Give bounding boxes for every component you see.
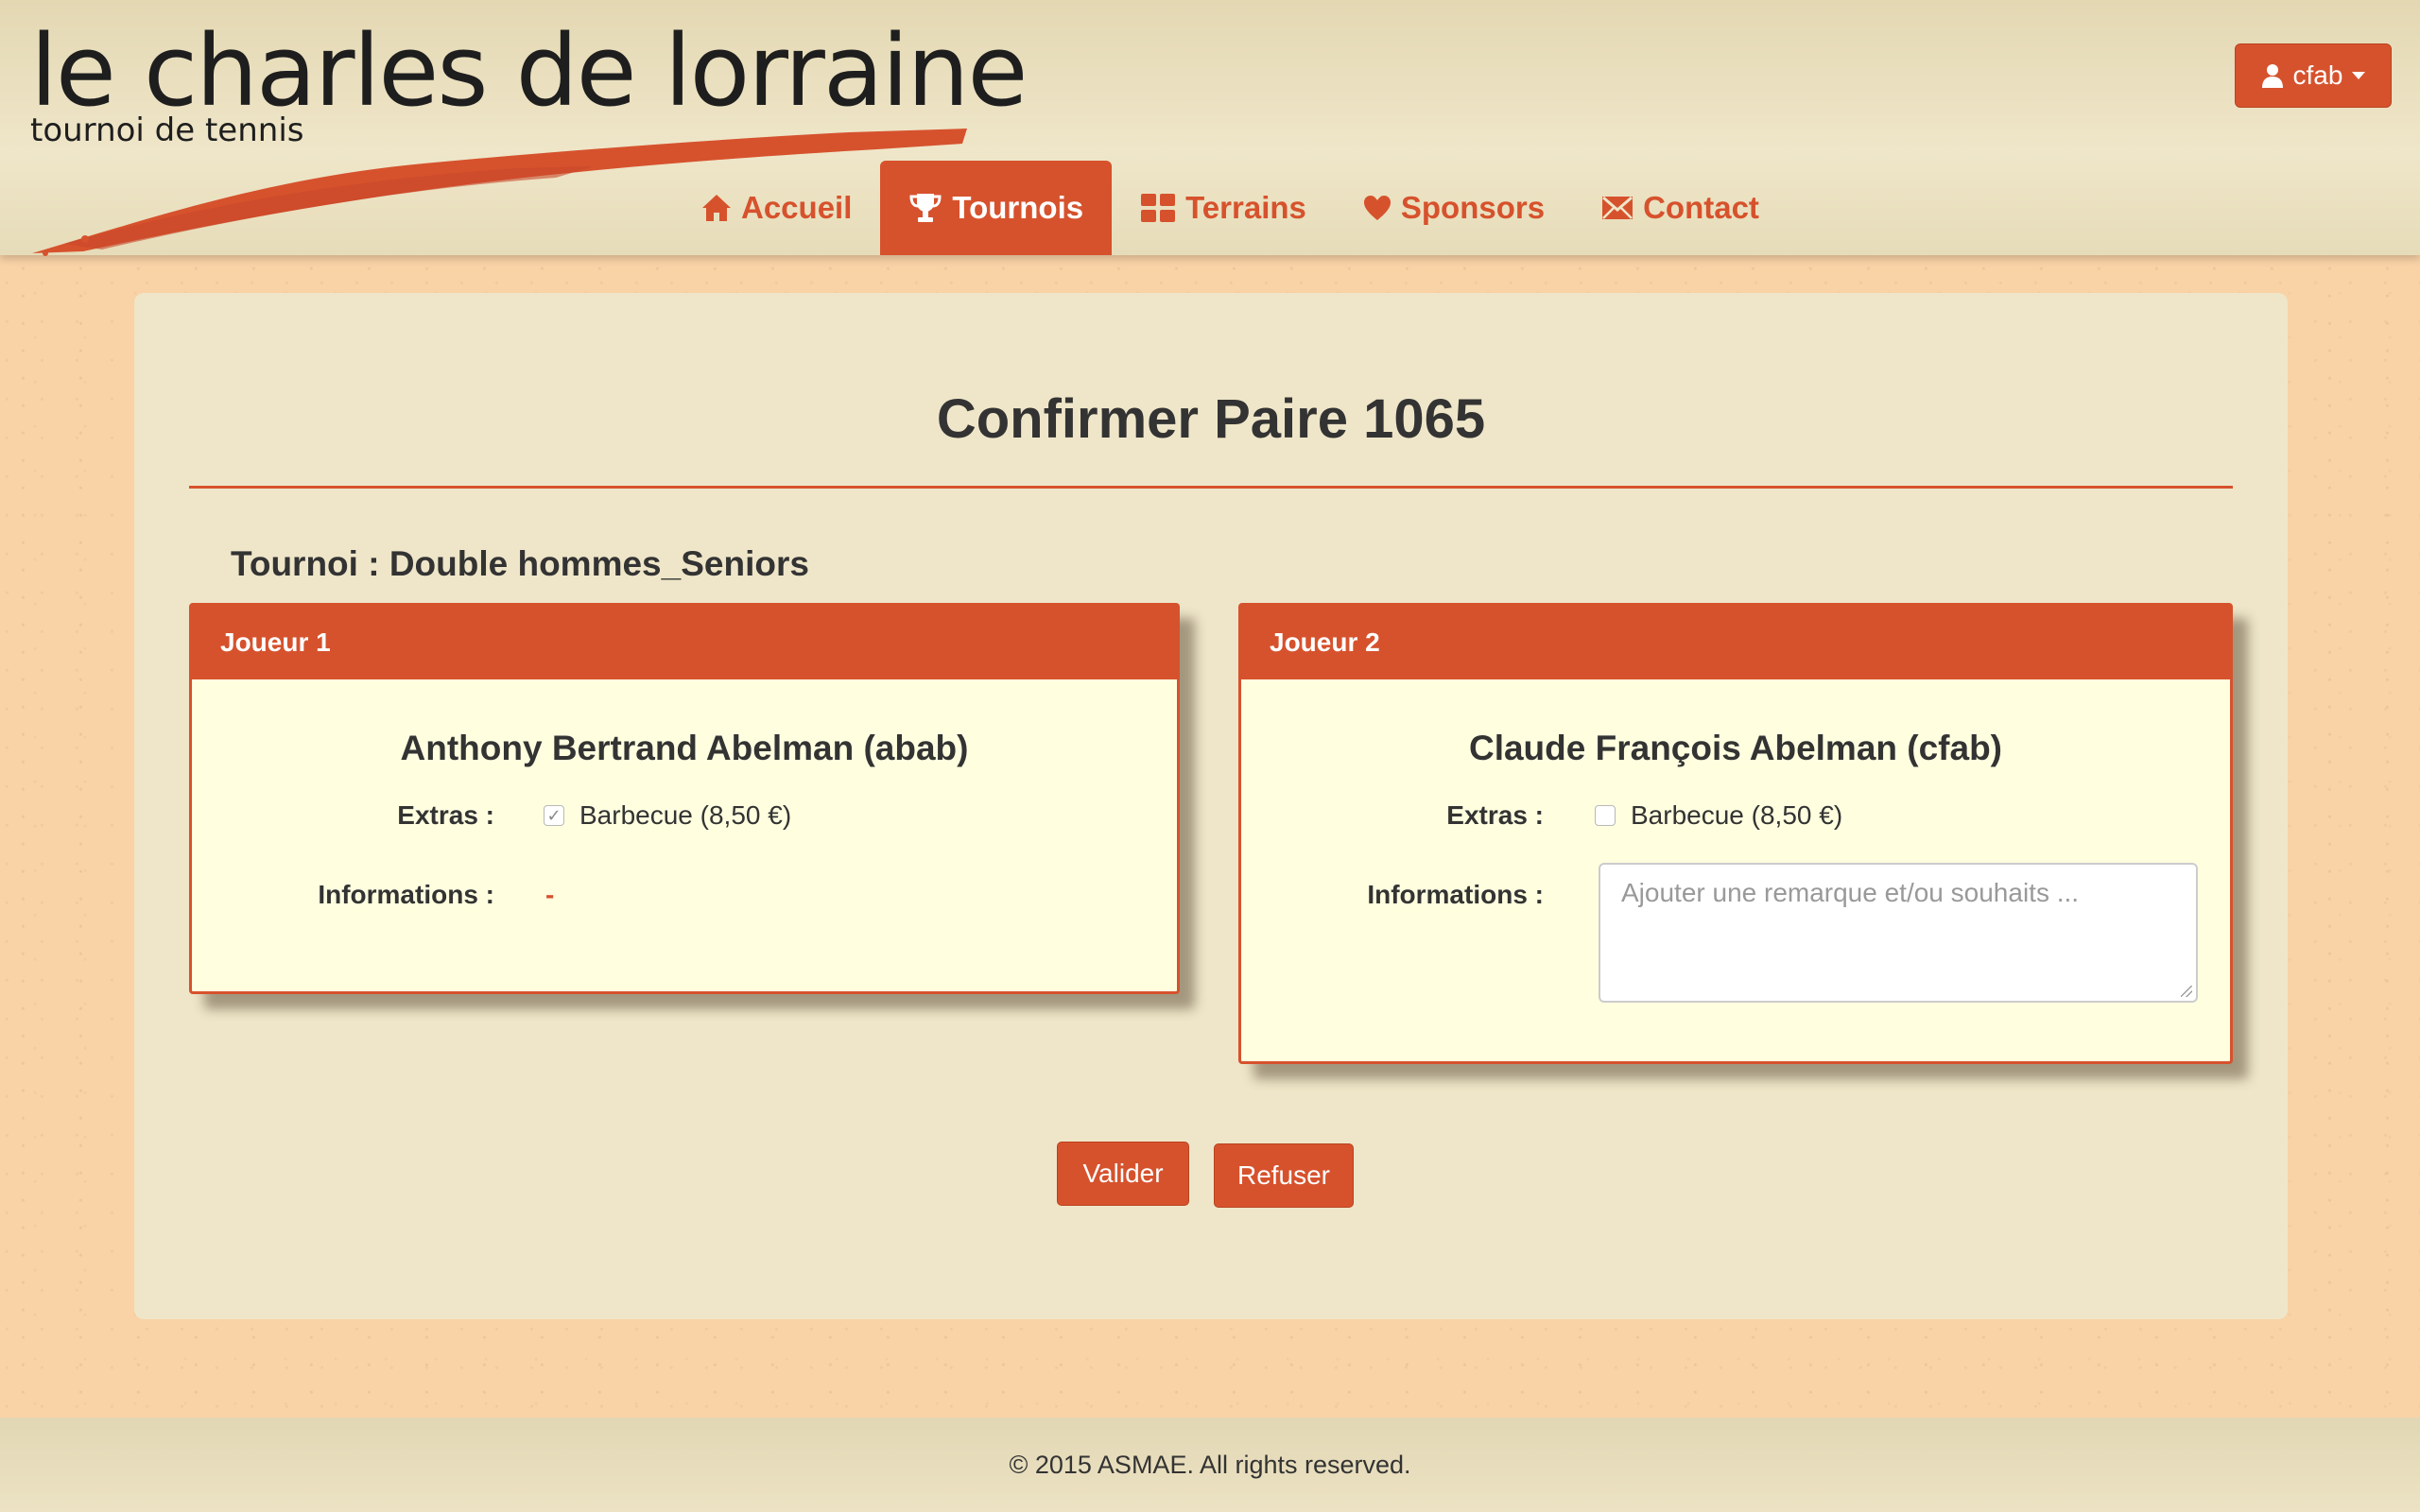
nav-item-tournois[interactable]: Tournois xyxy=(880,161,1113,255)
player-2-name: Claude François Abelman (cfab) xyxy=(1468,729,2002,767)
remarks-textarea[interactable]: Ajouter une remarque et/ou souhaits ... xyxy=(1599,863,2198,1003)
home-icon xyxy=(702,195,731,221)
validate-button[interactable]: Valider xyxy=(1057,1142,1189,1206)
nav-item-label: Terrains xyxy=(1185,190,1306,225)
nav-item-label: Contact xyxy=(1643,190,1759,225)
copyright-text: © 2015 ASMAE. All rights reserved. xyxy=(1009,1450,1411,1479)
nav-item-accueil[interactable]: Accueil xyxy=(673,161,880,255)
nav-item-label: Accueil xyxy=(741,190,853,225)
nav-item-label: Sponsors xyxy=(1400,190,1546,225)
title-divider xyxy=(189,486,2233,489)
extra-option-label: Barbecue (8,50 €) xyxy=(1631,800,1843,830)
textarea-placeholder: Ajouter une remarque et/ou souhaits ... xyxy=(1621,878,2080,907)
tournament-label: Tournoi : Double hommes_Seniors xyxy=(231,544,809,583)
nav-item-sponsors[interactable]: Sponsors xyxy=(1335,161,1573,255)
player-1-name: Anthony Bertrand Abelman (abab) xyxy=(400,729,969,767)
player-2-extras-label: Extras : xyxy=(1446,800,1544,830)
main-panel: Confirmer Paire 1065 Tournoi : Double ho… xyxy=(134,293,2288,1319)
user-menu-button[interactable]: cfab xyxy=(2235,43,2392,108)
nav-item-terrains[interactable]: Terrains xyxy=(1112,161,1335,255)
player-2-card: Joueur 2 Claude François Abelman (cfab) … xyxy=(1238,603,2233,1064)
refuse-button[interactable]: Refuser xyxy=(1214,1143,1354,1208)
caret-down-icon xyxy=(2352,72,2366,79)
envelope-icon xyxy=(1602,196,1634,219)
brand-title: le charles de lorraine xyxy=(30,13,1028,129)
player-1-info-label: Informations : xyxy=(318,880,494,909)
page-title: Confirmer Paire 1065 xyxy=(936,388,1486,450)
player-1-info-value: - xyxy=(545,880,555,909)
user-icon xyxy=(2261,64,2283,88)
nav-item-label: Tournois xyxy=(952,190,1084,225)
player-1-extras-label: Extras : xyxy=(397,800,494,830)
grid-icon xyxy=(1141,194,1176,222)
trophy-icon xyxy=(909,194,942,222)
nav-item-contact[interactable]: Contact xyxy=(1573,161,1788,255)
site-header: le charles de lorraine tournoi de tennis… xyxy=(0,0,2420,256)
player-1-card: Joueur 1 Anthony Bertrand Abelman (abab)… xyxy=(189,603,1180,994)
heart-icon xyxy=(1363,196,1391,220)
brand-subtitle: tournoi de tennis xyxy=(30,112,304,149)
username-label: cfab xyxy=(2292,60,2343,90)
player-2-heading: Joueur 2 xyxy=(1241,606,2230,679)
player-1-extra-option: ✓ Barbecue (8,50 €) xyxy=(544,800,791,831)
player-1-heading: Joueur 1 xyxy=(192,606,1177,679)
player-2-extra-option[interactable]: Barbecue (8,50 €) xyxy=(1595,800,1842,831)
player-2-info-label: Informations : xyxy=(1367,880,1544,909)
resize-handle-icon[interactable] xyxy=(2181,986,2192,997)
extra-option-label: Barbecue (8,50 €) xyxy=(579,800,792,830)
site-footer: © 2015 ASMAE. All rights reserved. xyxy=(0,1418,2420,1512)
main-nav: Accueil Tournois Terrains Sponsors Conta… xyxy=(673,161,1788,255)
barbecue-checkbox[interactable] xyxy=(1595,805,1616,826)
barbecue-checkbox-checked: ✓ xyxy=(544,805,564,826)
